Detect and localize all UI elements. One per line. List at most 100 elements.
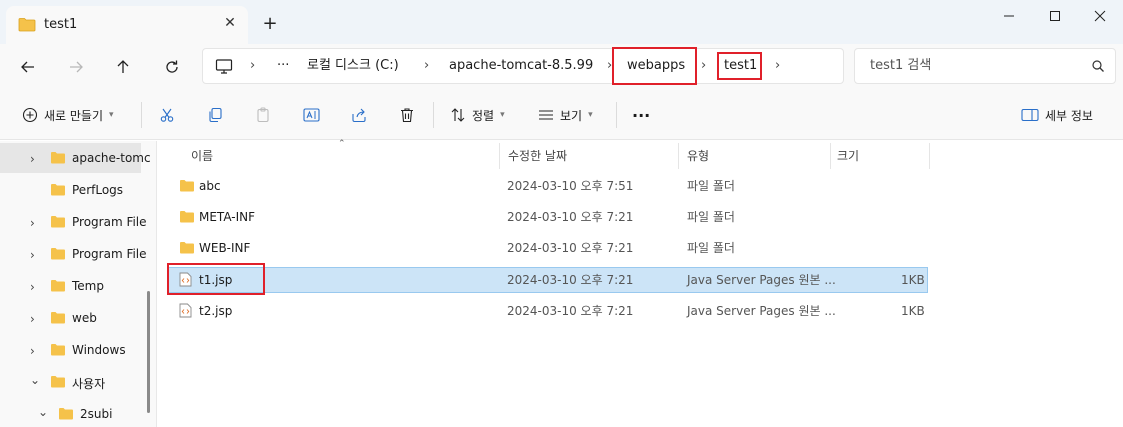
delete-button[interactable] xyxy=(399,102,415,128)
folder-icon xyxy=(180,211,194,223)
file-row-web-inf[interactable]: WEB-INF 2024-03-10 오후 7:21 파일 폴더 xyxy=(167,236,928,262)
close-icon xyxy=(1094,10,1106,22)
sidebar-item-users[interactable]: ⌄ 사용자 xyxy=(0,367,141,397)
file-name: META-INF xyxy=(199,210,256,224)
sidebar-item-label: web xyxy=(72,311,97,325)
sidebar-item-temp[interactable]: › Temp xyxy=(0,271,141,301)
column-divider[interactable] xyxy=(678,143,679,169)
column-divider[interactable] xyxy=(929,143,930,169)
folder-icon xyxy=(180,242,194,254)
chevron-down-icon: ▾ xyxy=(588,110,593,120)
chevron-down-icon: ▾ xyxy=(109,110,114,120)
share-button[interactable] xyxy=(351,102,367,128)
column-divider[interactable] xyxy=(830,143,831,169)
more-options-button[interactable]: ··· xyxy=(632,102,650,128)
view-button[interactable]: 보기 ▾ xyxy=(538,102,593,128)
chevron-right-icon[interactable]: › xyxy=(30,280,35,294)
new-button[interactable]: 새로 만들기 ▾ xyxy=(22,102,114,128)
folder-icon xyxy=(51,376,65,388)
highlight-box-webapps xyxy=(612,47,697,85)
up-button[interactable] xyxy=(108,52,138,82)
sort-icon xyxy=(451,108,465,122)
chevron-right-icon[interactable]: › xyxy=(30,344,35,358)
forward-button[interactable] xyxy=(61,52,91,82)
file-row-t1-jsp[interactable]: t1.jsp 2024-03-10 오후 7:21 Java Server Pa… xyxy=(167,267,928,293)
breadcrumb-separator: › xyxy=(250,58,256,73)
scissors-icon xyxy=(160,108,174,122)
sidebar-item-2subi[interactable]: ⌄ 2subi xyxy=(0,399,141,427)
title-bar: test1 ✕ + xyxy=(0,0,1123,44)
minimize-button[interactable] xyxy=(986,0,1032,32)
sidebar-item-program-files-x86[interactable]: › Program File xyxy=(0,239,147,269)
details-pane-button[interactable]: 세부 정보 xyxy=(1021,102,1093,128)
folder-icon xyxy=(51,152,65,164)
chevron-down-icon[interactable]: ⌄ xyxy=(38,405,48,419)
paste-button[interactable] xyxy=(255,102,271,128)
file-name: abc xyxy=(199,179,221,193)
arrow-right-icon xyxy=(70,61,83,73)
close-tab-icon[interactable]: ✕ xyxy=(220,13,240,33)
file-name: WEB-INF xyxy=(199,241,251,255)
maximize-button[interactable] xyxy=(1032,0,1078,32)
file-size: 1KB xyxy=(901,304,925,318)
sidebar-item-perflogs[interactable]: PerfLogs xyxy=(0,175,141,205)
sidebar-item-label: 2subi xyxy=(80,407,113,421)
highlight-box-t1-jsp xyxy=(167,263,265,295)
breadcrumb-more-button[interactable]: ··· xyxy=(277,49,289,83)
refresh-button[interactable] xyxy=(157,52,187,82)
file-list: ⌃ 이름 수정한 날짜 유형 크기 abc 2024-03-10 오후 7:51… xyxy=(158,139,1123,427)
file-date: 2024-03-10 오후 7:21 xyxy=(507,241,634,255)
breadcrumb-local-disk[interactable]: 로컬 디스크 (C:) xyxy=(307,49,399,83)
chevron-right-icon[interactable]: › xyxy=(30,248,35,262)
file-row-t2-jsp[interactable]: t2.jsp 2024-03-10 오후 7:21 Java Server Pa… xyxy=(167,299,928,325)
sidebar-item-windows[interactable]: › Windows xyxy=(0,335,141,365)
file-type: Java Server Pages 원본 ... xyxy=(687,304,836,318)
new-tab-button[interactable]: + xyxy=(258,11,282,35)
sort-ascending-icon: ⌃ xyxy=(338,139,346,149)
folder-icon xyxy=(51,184,65,196)
file-row-meta-inf[interactable]: META-INF 2024-03-10 오후 7:21 파일 폴더 xyxy=(167,205,928,231)
view-button-label: 보기 xyxy=(560,108,583,123)
folder-icon xyxy=(51,280,65,292)
file-date: 2024-03-10 오후 7:21 xyxy=(507,210,634,224)
cut-button[interactable] xyxy=(159,102,175,128)
chevron-right-icon[interactable]: › xyxy=(30,312,35,326)
search-box[interactable]: test1 검색 xyxy=(854,48,1116,84)
sidebar-scrollbar[interactable] xyxy=(147,291,150,413)
details-pane-label: 세부 정보 xyxy=(1045,108,1093,123)
copy-button[interactable] xyxy=(207,102,223,128)
breadcrumb-apache-tomcat[interactable]: apache-tomcat-8.5.99 xyxy=(449,49,593,83)
folder-icon xyxy=(180,180,194,192)
chevron-down-icon[interactable]: ⌄ xyxy=(30,373,40,387)
tab-label: test1 xyxy=(44,17,78,32)
toolbar-divider xyxy=(433,102,434,128)
rename-button[interactable] xyxy=(303,102,320,128)
search-icon xyxy=(1092,60,1104,72)
sidebar-item-web[interactable]: › web xyxy=(0,303,141,333)
chevron-right-icon[interactable]: › xyxy=(30,216,35,230)
file-name: t2.jsp xyxy=(199,304,233,318)
sidebar-item-apache-tomcat[interactable]: › apache-tomc xyxy=(0,143,151,173)
minimize-icon xyxy=(1004,15,1014,17)
column-header-name[interactable]: 이름 xyxy=(191,141,213,171)
navigation-pane: › apache-tomc PerfLogs › Program File › … xyxy=(0,141,157,427)
column-header-date[interactable]: 수정한 날짜 xyxy=(508,141,567,171)
trash-icon xyxy=(401,108,413,123)
folder-icon xyxy=(51,216,65,228)
close-window-button[interactable] xyxy=(1077,0,1123,32)
column-divider[interactable] xyxy=(499,143,500,169)
sidebar-item-label: PerfLogs xyxy=(72,183,124,197)
sidebar-item-label: Program File xyxy=(72,247,147,261)
file-type: 파일 폴더 xyxy=(687,210,735,224)
folder-icon xyxy=(51,344,65,356)
column-header-type[interactable]: 유형 xyxy=(687,141,709,171)
file-row-abc[interactable]: abc 2024-03-10 오후 7:51 파일 폴더 xyxy=(167,174,928,200)
sidebar-item-program-files[interactable]: › Program File xyxy=(0,207,147,237)
chevron-right-icon[interactable]: › xyxy=(30,152,35,166)
back-button[interactable] xyxy=(13,52,43,82)
tab-test1[interactable]: test1 ✕ xyxy=(6,6,248,44)
breadcrumb-separator[interactable]: › xyxy=(775,49,780,83)
sort-button[interactable]: 정렬 ▾ xyxy=(450,102,505,128)
file-type: 파일 폴더 xyxy=(687,179,735,193)
column-header-size[interactable]: 크기 xyxy=(837,141,859,171)
